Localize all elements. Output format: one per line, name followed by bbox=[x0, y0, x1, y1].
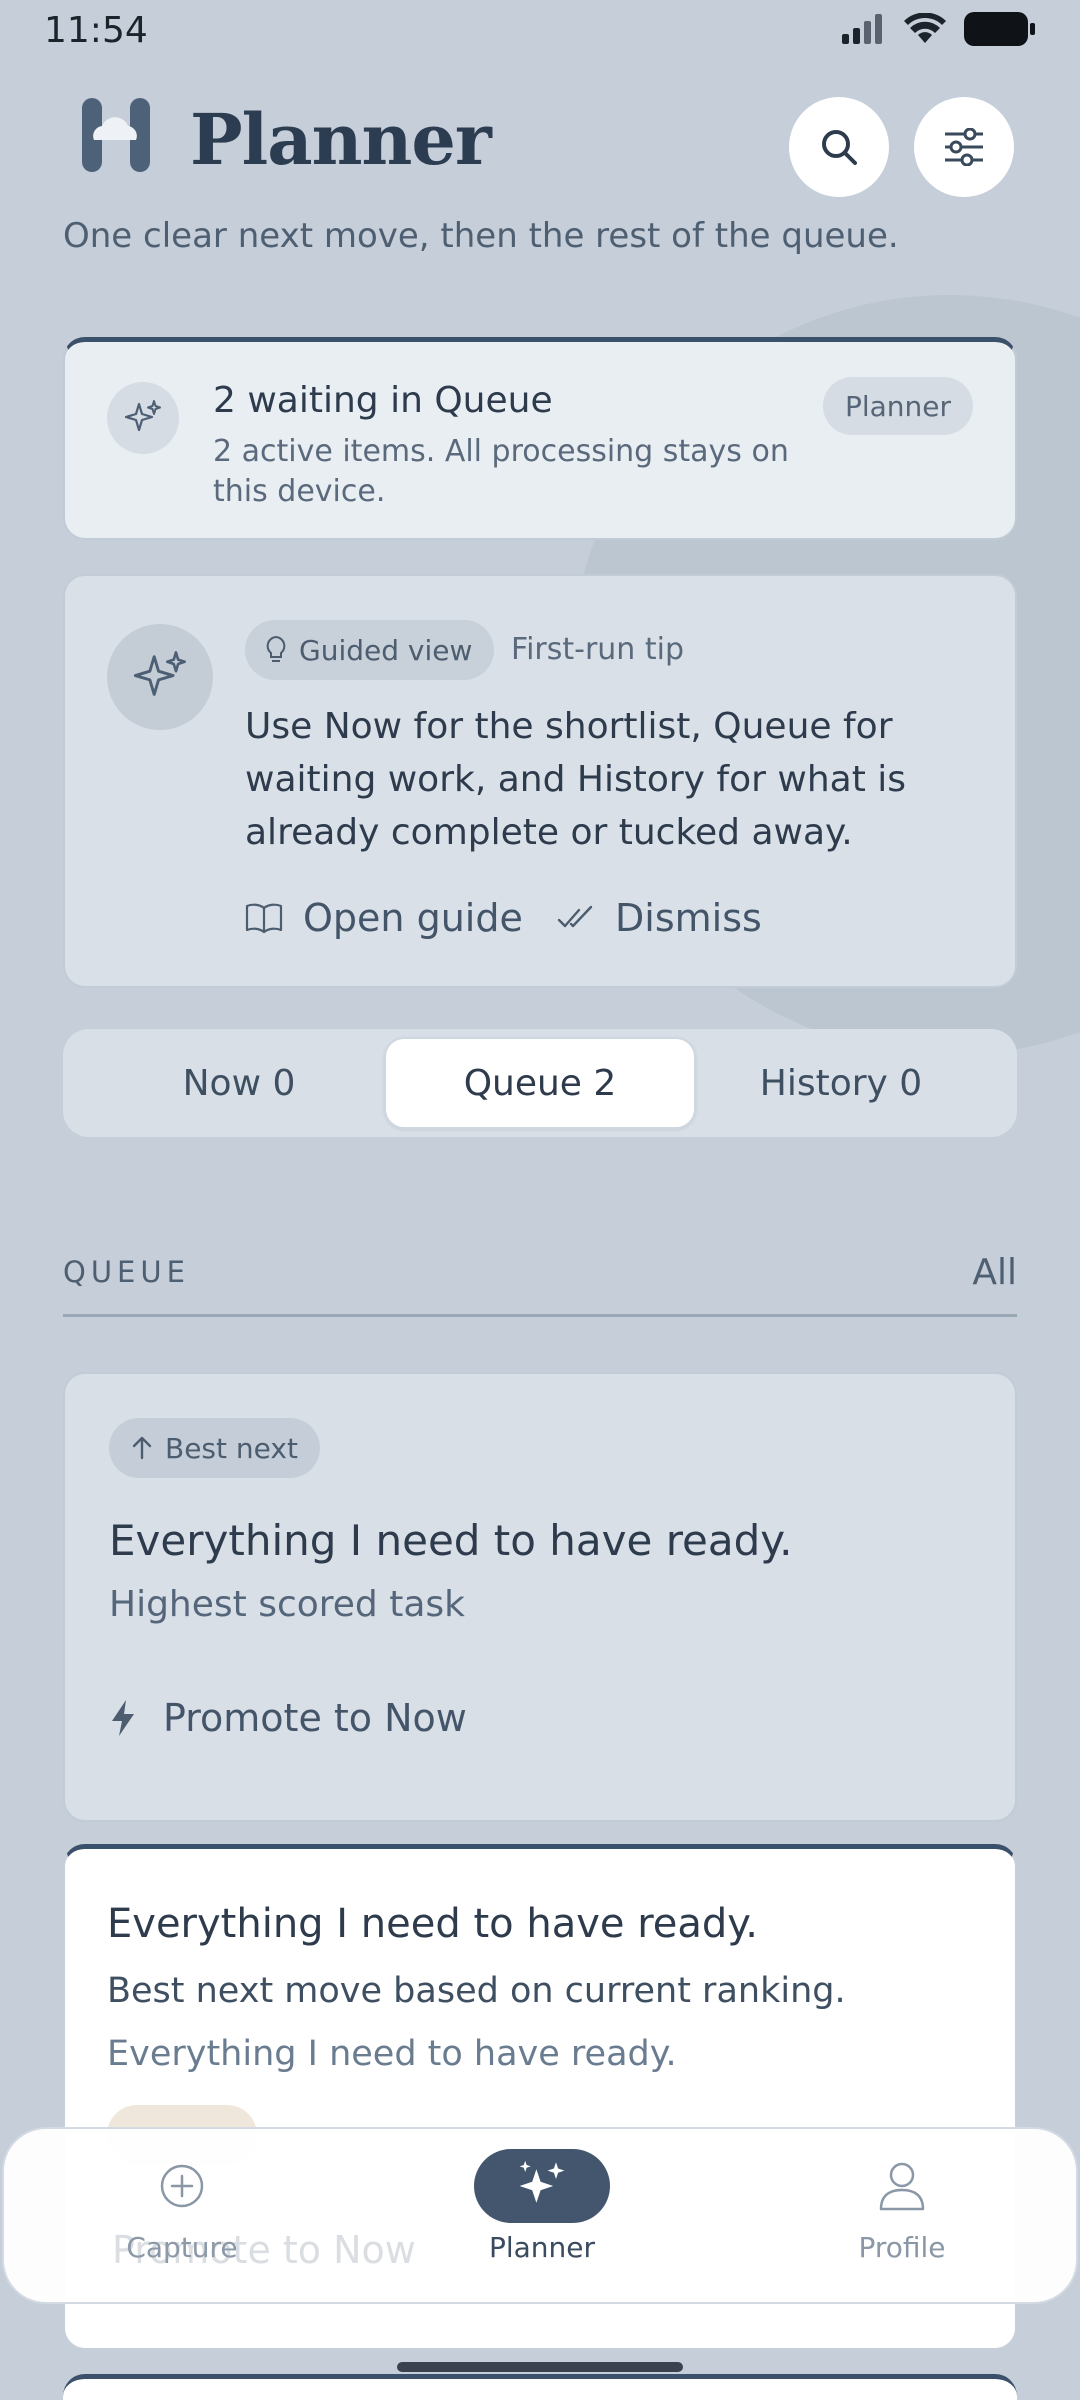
sparkles-icon bbox=[519, 2160, 565, 2203]
queue-status-title: 2 waiting in Queue bbox=[213, 380, 553, 421]
page-title: Planner bbox=[190, 98, 492, 181]
status-time: 11:54 bbox=[44, 10, 148, 51]
sparkle-badge bbox=[107, 624, 213, 730]
dismiss-button[interactable]: Dismiss bbox=[557, 896, 762, 940]
task-description: Best next move based on current ranking. bbox=[107, 1971, 846, 2011]
status-bar: 11:54 bbox=[0, 0, 1080, 62]
next-task-card[interactable] bbox=[63, 2374, 1017, 2400]
tab-queue[interactable]: Queue 2 bbox=[384, 1037, 696, 1129]
book-icon bbox=[245, 903, 283, 934]
bottom-navigation: Capture Planner Profile bbox=[2, 2127, 1078, 2304]
search-icon bbox=[822, 130, 857, 165]
best-next-title: Everything I need to have ready. bbox=[109, 1516, 793, 1565]
status-icons bbox=[840, 12, 1036, 46]
queue-status-description: 2 active items. All processing stays on … bbox=[213, 434, 789, 509]
open-guide-label: Open guide bbox=[303, 896, 523, 940]
tip-text: Use Now for the shortlist, Queue for wai… bbox=[245, 706, 907, 853]
arrow-up-icon bbox=[132, 1436, 152, 1460]
task-title: Everything I need to have ready. bbox=[107, 1901, 758, 1947]
section-divider bbox=[63, 1314, 1017, 1317]
sliders-icon bbox=[945, 128, 983, 166]
lightning-icon bbox=[112, 1700, 134, 1736]
task-action-ghost: Promote to Now bbox=[112, 2228, 416, 2272]
sparkles-icon bbox=[124, 400, 161, 432]
open-guide-button[interactable]: Open guide bbox=[245, 896, 523, 940]
best-next-subtitle: Highest scored task bbox=[109, 1584, 466, 1625]
queue-status-card: 2 waiting in Queue 2 active items. All p… bbox=[63, 337, 1017, 540]
filter-button[interactable] bbox=[914, 97, 1014, 197]
double-check-icon bbox=[557, 905, 593, 928]
best-next-card[interactable]: Best next Everything I need to have read… bbox=[63, 1372, 1017, 1822]
tab-history[interactable]: History 0 bbox=[685, 1037, 997, 1129]
sparkles-icon bbox=[133, 651, 186, 696]
planner-badge: Planner bbox=[822, 377, 973, 435]
nav-planner-pill bbox=[474, 2149, 610, 2223]
sparkle-badge bbox=[107, 382, 179, 454]
guided-view-label: Guided view bbox=[299, 633, 473, 667]
nav-profile-label: Profile bbox=[858, 2231, 946, 2264]
nav-planner-label: Planner bbox=[488, 2231, 596, 2264]
first-run-tip-label: First-run tip bbox=[511, 632, 684, 667]
section-label: QUEUE bbox=[63, 1255, 190, 1289]
nav-planner[interactable]: Planner bbox=[432, 2149, 652, 2264]
best-next-label: Best next bbox=[165, 1431, 298, 1465]
promote-to-now-button[interactable]: Promote to Now bbox=[109, 1696, 467, 1740]
task-note: Everything I need to have ready. bbox=[107, 2034, 677, 2074]
section-filter-all[interactable]: All bbox=[972, 1252, 1017, 1293]
page-subtitle: One clear next move, then the rest of th… bbox=[63, 216, 899, 256]
promote-to-now-label: Promote to Now bbox=[163, 1696, 467, 1740]
search-button[interactable] bbox=[789, 97, 889, 197]
tab-now[interactable]: Now 0 bbox=[83, 1037, 395, 1129]
cellular-signal-icon bbox=[842, 14, 882, 44]
person-icon bbox=[879, 2162, 925, 2211]
guided-view-pill: Guided view bbox=[245, 620, 495, 680]
battery-icon bbox=[964, 12, 1035, 46]
plus-circle-icon bbox=[160, 2164, 204, 2208]
planner-screen: 11:54 Planner One clear next move, then … bbox=[0, 0, 1080, 2400]
nav-profile[interactable]: Profile bbox=[792, 2149, 1012, 2264]
wifi-icon bbox=[904, 13, 946, 43]
app-logo-icon bbox=[82, 98, 150, 172]
view-tabs: Now 0 Queue 2 History 0 bbox=[63, 1029, 1017, 1137]
home-indicator[interactable] bbox=[397, 2362, 683, 2372]
first-run-tip-card: Guided view First-run tip Use Now for th… bbox=[63, 574, 1017, 988]
dismiss-label: Dismiss bbox=[615, 896, 762, 940]
best-next-pill: Best next bbox=[109, 1418, 320, 1478]
lightbulb-icon bbox=[266, 635, 286, 662]
